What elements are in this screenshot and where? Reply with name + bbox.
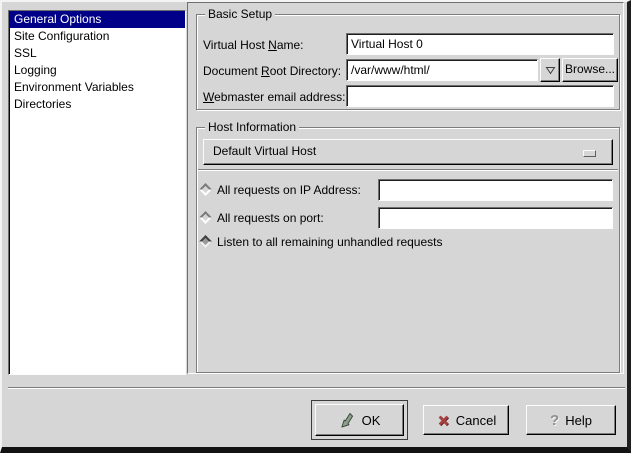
ok-button-label: OK — [362, 413, 381, 428]
action-area-separator — [8, 387, 625, 389]
radio-listen-all-label[interactable]: Listen to all remaining unhandled reques… — [217, 235, 442, 250]
label-mnemonic: R — [261, 64, 270, 78]
document-root-input[interactable] — [346, 59, 538, 81]
ip-address-input[interactable] — [378, 179, 613, 201]
label-part: Document — [203, 64, 261, 78]
help-button[interactable]: ? Help — [526, 405, 616, 435]
down-triangle-icon — [545, 66, 556, 75]
ok-button[interactable]: OK — [315, 404, 404, 436]
category-list[interactable]: General Options Site Configuration SSL L… — [8, 10, 186, 375]
label-part: ebmaster email address: — [214, 90, 345, 104]
cancel-button-label: Cancel — [456, 413, 496, 428]
radio-ip-address-label[interactable]: All requests on IP Address: — [217, 179, 361, 201]
label-mnemonic: W — [203, 90, 214, 104]
list-item-site-configuration[interactable]: Site Configuration — [9, 28, 185, 45]
host-type-dropdown[interactable]: Default Virtual Host — [203, 139, 613, 165]
list-item-general-options[interactable]: General Options — [9, 11, 185, 28]
list-item-logging[interactable]: Logging — [9, 62, 185, 79]
radio-ip-address[interactable] — [199, 183, 212, 196]
ok-arrow-icon — [339, 411, 356, 430]
virtual-host-name-input[interactable] — [346, 33, 614, 55]
cancel-button[interactable]: Cancel — [423, 405, 509, 435]
list-item-directories[interactable]: Directories — [9, 96, 185, 113]
host-information-frame-title: Host Information — [205, 120, 299, 135]
help-question-icon: ? — [550, 413, 559, 428]
label-part: oot Directory: — [270, 64, 341, 78]
browse-button[interactable]: Browse... — [562, 58, 618, 82]
label-part: ame: — [277, 38, 304, 52]
httpd-config-dialog: General Options Site Configuration SSL L… — [0, 0, 631, 453]
host-separator — [198, 169, 618, 171]
label-mnemonic: N — [268, 38, 277, 52]
radio-listen-all[interactable] — [199, 235, 212, 248]
host-type-dropdown-value: Default Virtual Host — [213, 144, 316, 158]
radio-port-label[interactable]: All requests on port: — [217, 207, 324, 229]
virtual-host-name-label: Virtual Host Name: — [203, 37, 304, 53]
cancel-x-icon — [436, 413, 450, 427]
list-item-environment-variables[interactable]: Environment Variables — [9, 79, 185, 96]
option-menu-indicator-icon — [583, 150, 596, 157]
ok-default-ring: OK — [311, 400, 408, 440]
content-panel: Basic Setup Virtual Host Name: Document … — [187, 2, 624, 374]
host-information-frame: Host Information Default Virtual Host Al… — [196, 127, 620, 373]
help-button-label: Help — [565, 413, 592, 428]
webmaster-email-label: Webmaster email address: — [203, 89, 346, 105]
radio-port[interactable] — [199, 211, 212, 224]
label-part: Virtual Host — [203, 38, 268, 52]
document-root-combo-button[interactable] — [540, 58, 560, 82]
port-input[interactable] — [378, 207, 613, 229]
document-root-label: Document Root Directory: — [203, 63, 341, 79]
list-item-ssl[interactable]: SSL — [9, 45, 185, 62]
basic-setup-frame-title: Basic Setup — [205, 7, 275, 22]
basic-setup-frame: Basic Setup Virtual Host Name: Document … — [196, 14, 620, 110]
webmaster-email-input[interactable] — [346, 85, 614, 107]
